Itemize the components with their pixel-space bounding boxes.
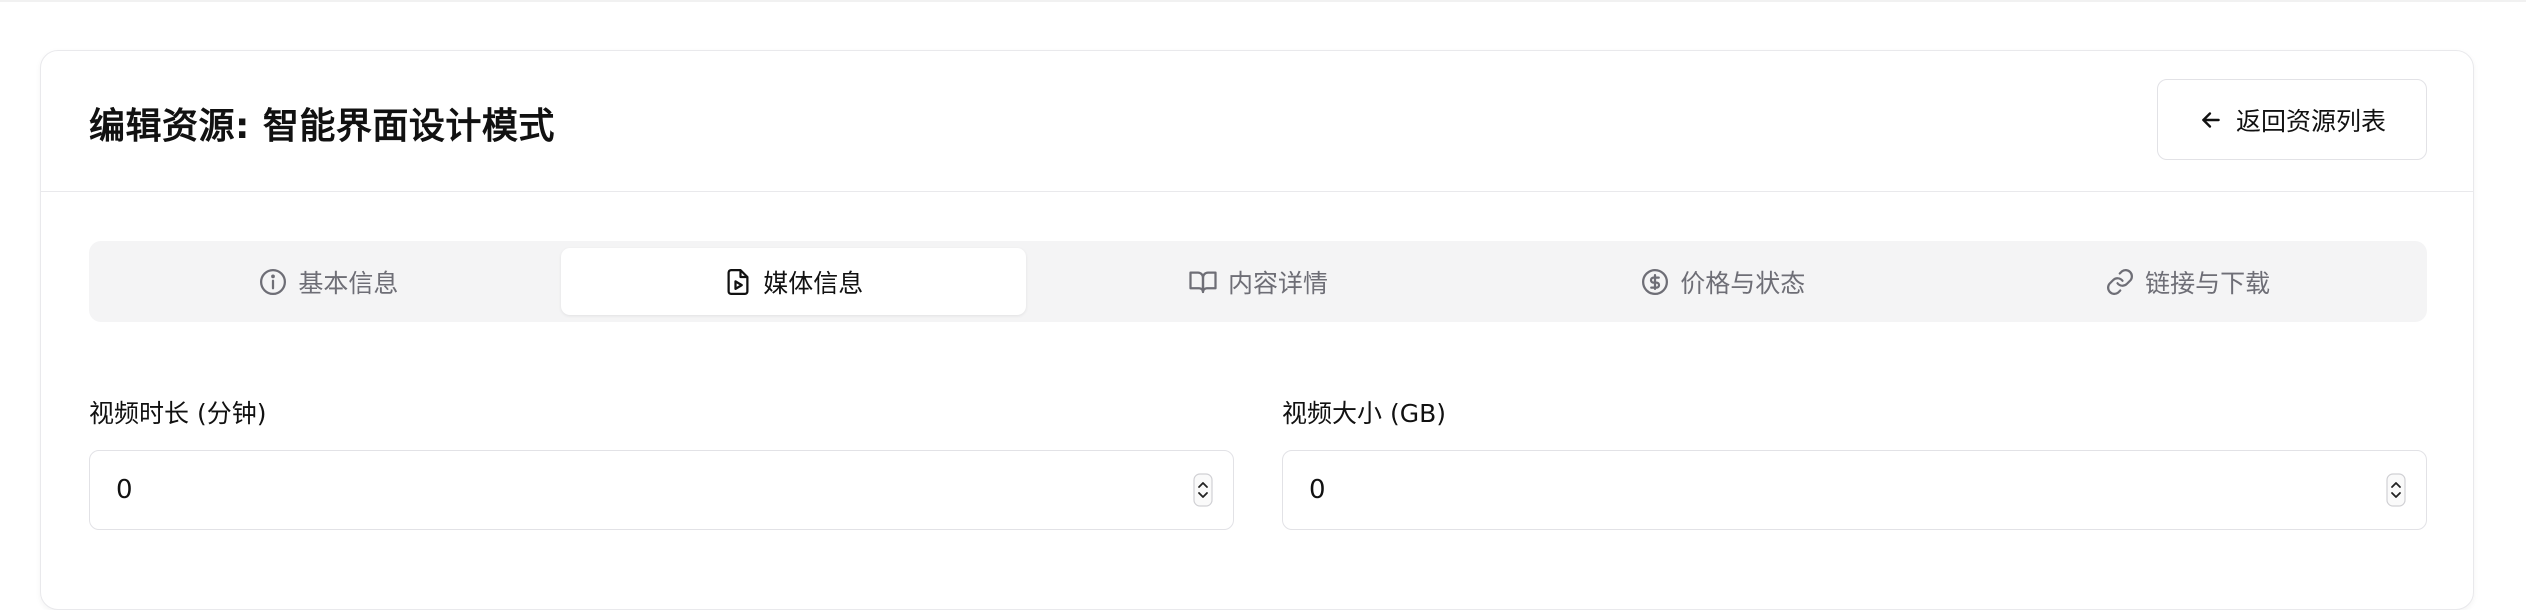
- tab-label: 媒体信息: [763, 268, 864, 298]
- number-spinner-icon[interactable]: [1193, 473, 1213, 507]
- size-value[interactable]: 0: [1309, 475, 2386, 505]
- tab-links-downloads[interactable]: 链接与下载: [1955, 248, 2420, 315]
- duration-value[interactable]: 0: [116, 475, 1193, 505]
- edit-resource-card: 编辑资源: 智能界面设计模式 返回资源列表 基本信息 媒体信息 内容详情 价格与…: [40, 50, 2474, 610]
- info-circle-icon: [258, 267, 288, 297]
- tab-label: 价格与状态: [1680, 268, 1806, 298]
- back-button-label: 返回资源列表: [2235, 106, 2386, 136]
- video-file-icon: [723, 267, 753, 297]
- number-spinner-icon[interactable]: [2386, 473, 2406, 507]
- arrow-left-icon: [2198, 107, 2224, 133]
- dollar-circle-icon: [1640, 267, 1670, 297]
- duration-input[interactable]: 0: [89, 450, 1234, 530]
- tab-media-info[interactable]: 媒体信息: [560, 248, 1026, 315]
- card-header: 编辑资源: 智能界面设计模式 返回资源列表: [41, 51, 2473, 192]
- size-label: 视频大小 (GB): [1282, 399, 1446, 428]
- tab-label: 内容详情: [1227, 268, 1328, 298]
- link-icon: [2105, 267, 2135, 297]
- tab-price-status[interactable]: 价格与状态: [1490, 248, 1955, 315]
- tab-label: 基本信息: [298, 268, 399, 298]
- book-open-icon: [1188, 267, 1218, 297]
- page-title: 编辑资源: 智能界面设计模式: [89, 106, 555, 147]
- tab-bar: 基本信息 媒体信息 内容详情 价格与状态 链接与下载: [89, 241, 2427, 322]
- tab-basic-info[interactable]: 基本信息: [96, 248, 561, 315]
- tab-content-details[interactable]: 内容详情: [1026, 248, 1491, 315]
- duration-label: 视频时长 (分钟): [89, 399, 267, 428]
- size-input[interactable]: 0: [1282, 450, 2427, 530]
- back-to-list-button[interactable]: 返回资源列表: [2157, 79, 2427, 160]
- top-divider: [0, 0, 2526, 2]
- tab-label: 链接与下载: [2145, 268, 2271, 298]
